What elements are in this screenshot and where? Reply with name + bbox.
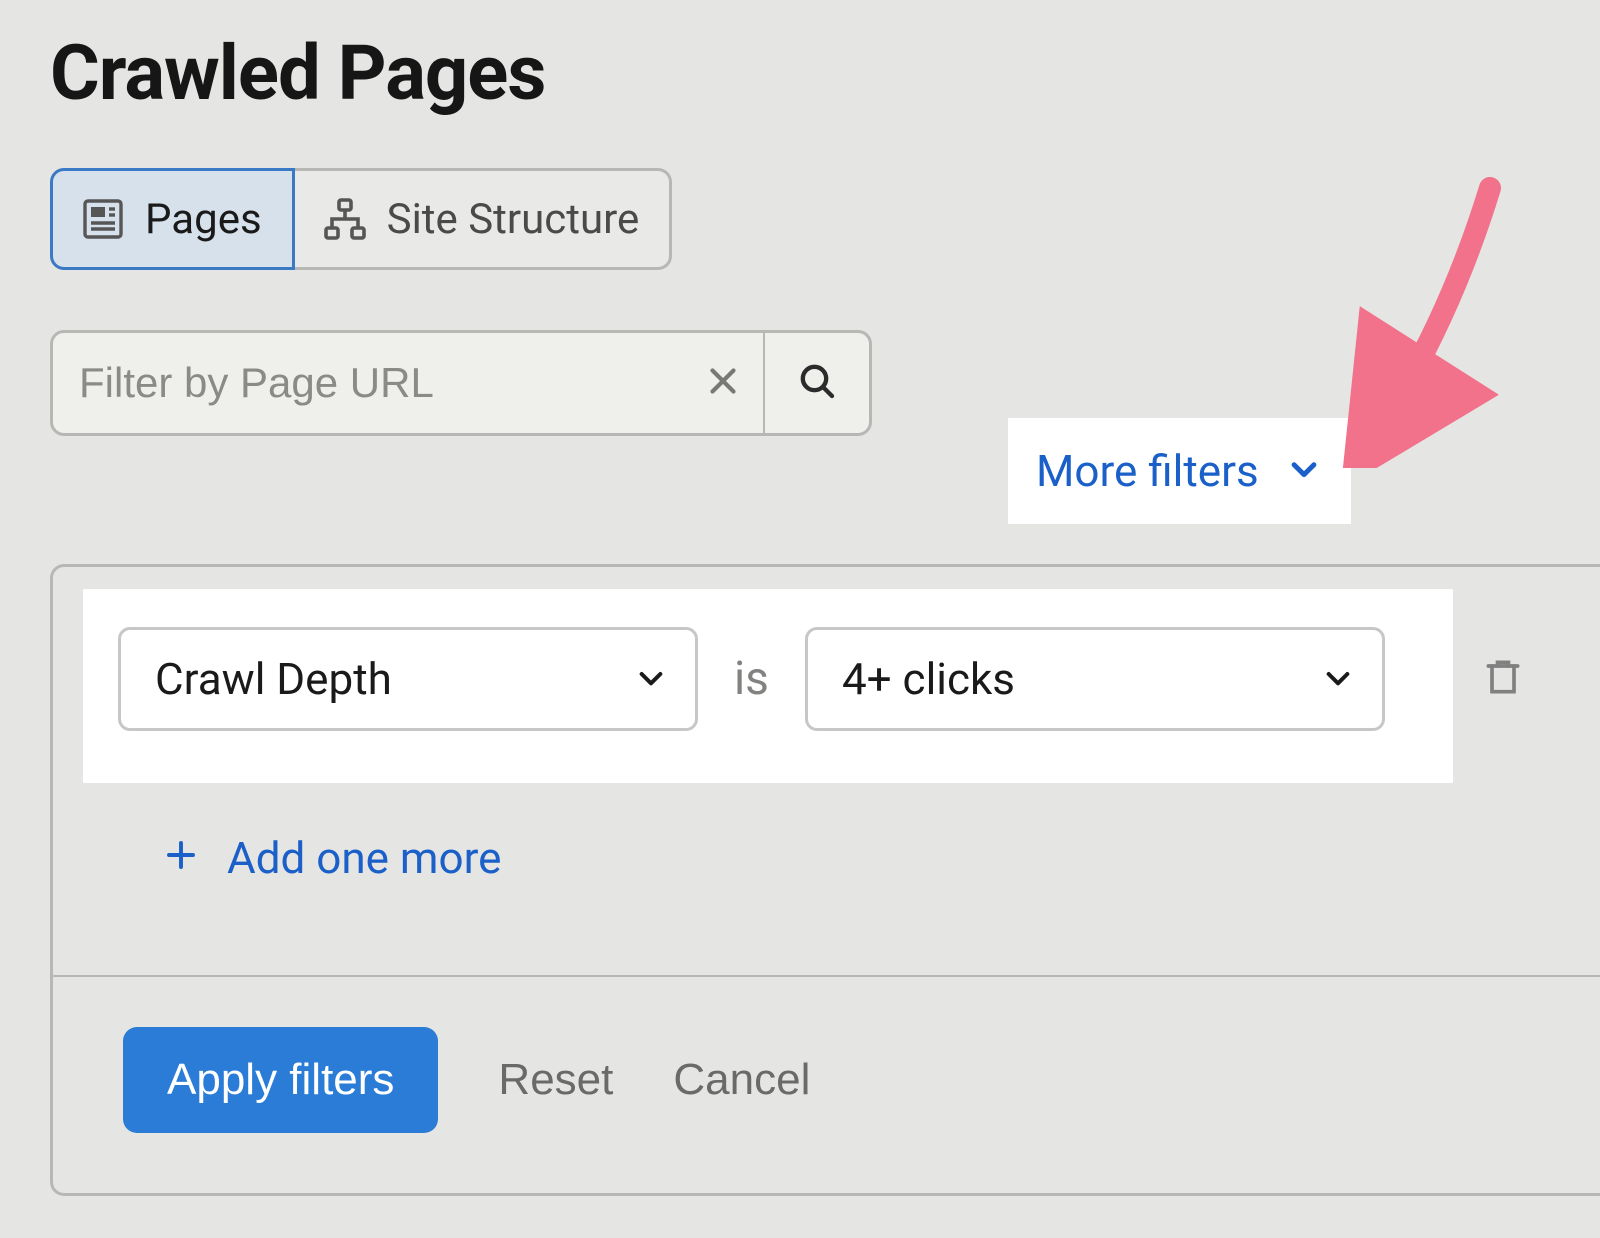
- more-filters-toggle[interactable]: More filters: [1008, 418, 1351, 524]
- reset-button[interactable]: Reset: [498, 1055, 613, 1105]
- search-icon: [797, 361, 837, 405]
- panel-actions: Apply filters Reset Cancel: [53, 977, 1600, 1193]
- filter-rule: Crawl Depth is 4+ clicks: [53, 567, 1600, 731]
- page-title: Crawled Pages: [50, 28, 1600, 118]
- clear-search-button[interactable]: [683, 333, 763, 433]
- chevron-down-icon: [1322, 653, 1354, 705]
- delete-filter-button[interactable]: [1475, 651, 1531, 707]
- close-icon: [705, 363, 741, 403]
- plus-icon: [163, 831, 199, 885]
- filter-field-select[interactable]: Crawl Depth: [118, 627, 698, 731]
- filter-field-value: Crawl Depth: [155, 653, 392, 705]
- trash-icon: [1481, 655, 1525, 703]
- search-group: [50, 330, 872, 436]
- cancel-button[interactable]: Cancel: [673, 1055, 810, 1105]
- pages-icon: [79, 195, 127, 243]
- filter-value-select[interactable]: 4+ clicks: [805, 627, 1385, 731]
- tab-pages-label: Pages: [145, 195, 262, 244]
- chevron-down-icon: [1287, 452, 1321, 490]
- filter-operator: is: [728, 652, 775, 706]
- chevron-down-icon: [635, 653, 667, 705]
- add-filter-button[interactable]: Add one more: [163, 831, 501, 885]
- search-button[interactable]: [763, 333, 869, 433]
- tab-site-structure[interactable]: Site Structure: [295, 168, 673, 270]
- tab-site-structure-label: Site Structure: [387, 195, 640, 244]
- add-filter-label: Add one more: [227, 832, 501, 884]
- search-input[interactable]: [53, 333, 683, 433]
- apply-filters-button[interactable]: Apply filters: [123, 1027, 438, 1133]
- tabs-group: Pages Site Structure: [50, 168, 672, 270]
- tab-pages[interactable]: Pages: [50, 168, 295, 270]
- filters-panel: Crawl Depth is 4+ clicks: [50, 564, 1600, 1196]
- search-row: [50, 330, 1600, 436]
- sitemap-icon: [321, 195, 369, 243]
- filter-value-value: 4+ clicks: [842, 653, 1015, 705]
- more-filters-label: More filters: [1036, 445, 1259, 497]
